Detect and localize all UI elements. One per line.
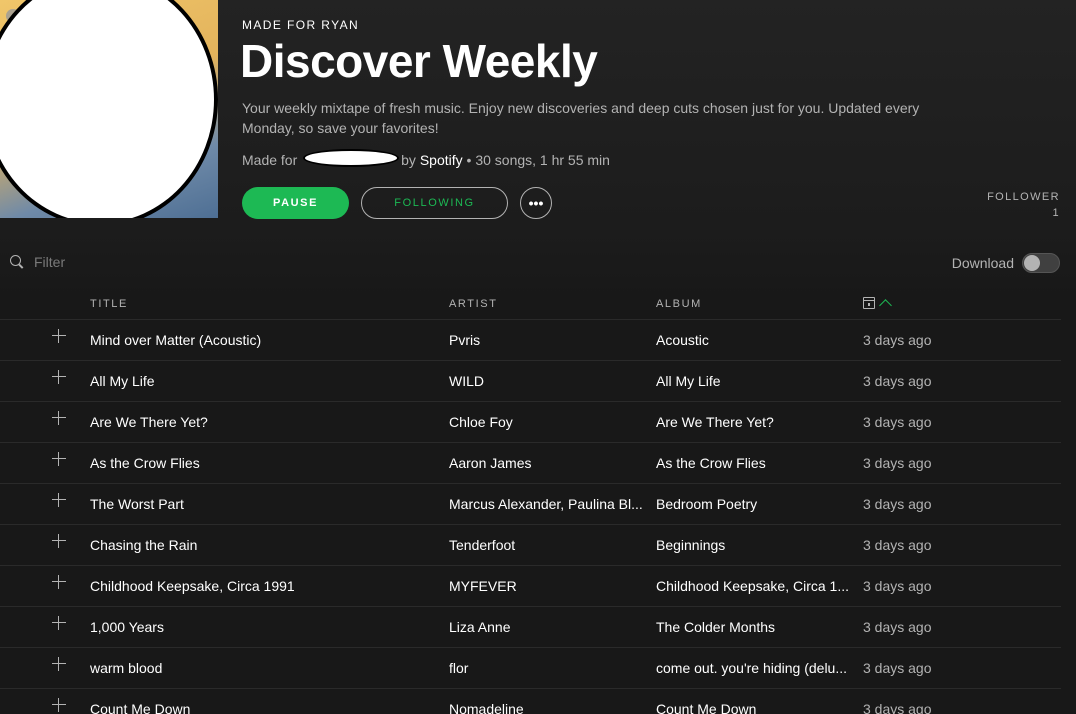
toggle-knob [1024, 255, 1040, 271]
add-to-library-icon[interactable] [51, 492, 67, 508]
track-artist[interactable]: Aaron James [449, 455, 644, 471]
track-artist[interactable]: Tenderfoot [449, 537, 644, 553]
table-row[interactable]: As the Crow Flies Aaron James As the Crow … [0, 443, 1061, 484]
add-to-library-icon[interactable] [51, 615, 67, 631]
track-album[interactable]: Count Me Down [656, 701, 851, 714]
more-icon: ••• [528, 195, 544, 211]
track-date-added: 3 days ago [863, 414, 932, 430]
redacted-username [303, 149, 400, 167]
table-row[interactable]: warm blood flor come out. you're hiding (d… [0, 648, 1061, 689]
download-label: Download [951, 255, 1014, 271]
add-to-library-icon[interactable] [51, 451, 67, 467]
add-to-library-icon[interactable] [51, 328, 67, 344]
add-to-library-icon[interactable] [51, 369, 67, 385]
add-to-library-icon[interactable] [51, 656, 67, 672]
track-title: All My Life [90, 373, 155, 389]
track-title: Are We There Yet? [90, 414, 208, 430]
following-button[interactable]: FOLLOWING [361, 187, 508, 219]
playlist-stats: • 30 songs, 1 hr 55 min [466, 152, 610, 168]
add-to-library-icon[interactable] [51, 697, 67, 713]
track-album[interactable]: All My Life [656, 373, 851, 389]
track-date-added: 3 days ago [863, 660, 932, 676]
owner-link[interactable]: Spotify [420, 152, 463, 168]
playlist-description: Your weekly mixtape of fresh music. Enjo… [242, 100, 920, 136]
track-artist[interactable]: flor [449, 660, 644, 676]
track-title: 1,000 Years [90, 619, 164, 635]
made-for-label: MADE FOR RYAN [242, 18, 360, 32]
byline-prefix: Made for [242, 152, 298, 168]
track-artist[interactable]: Chloe Foy [449, 414, 644, 430]
table-row[interactable]: 1,000 Years Liza Anne The Colder Months 3 d… [0, 607, 1061, 648]
track-album[interactable]: Beginnings [656, 537, 851, 553]
playlist-byline: Made for by Spotify • 30 songs, 1 hr 55 … [242, 149, 610, 168]
track-album[interactable]: The Colder Months [656, 619, 851, 635]
track-album[interactable]: Acoustic [656, 332, 851, 348]
download-toggle[interactable] [1022, 253, 1060, 273]
track-date-added: 3 days ago [863, 537, 932, 553]
playlist-page: MADE FOR RYAN Discover Weekly Your weekl… [0, 0, 1076, 714]
pause-button[interactable]: PAUSE [242, 187, 349, 219]
byline-by: by [401, 152, 416, 168]
filter-input[interactable] [34, 254, 234, 270]
sort-ascending-icon [879, 299, 892, 312]
filter-bar [10, 254, 234, 270]
track-artist[interactable]: Nomadeline [449, 701, 644, 714]
add-to-library-icon[interactable] [51, 533, 67, 549]
table-row[interactable]: The Worst Part Marcus Alexander, Paulina … [0, 484, 1061, 525]
column-header-date-added[interactable] [863, 296, 892, 312]
table-row[interactable]: Childhood Keepsake, Circa 1991 MYFEVER Chi… [0, 566, 1061, 607]
column-header-album[interactable]: ALBUM [656, 298, 702, 310]
track-date-added: 3 days ago [863, 496, 932, 512]
track-title: Chasing the Rain [90, 537, 198, 553]
track-album[interactable]: Bedroom Poetry [656, 496, 851, 512]
track-album[interactable]: come out. you're hiding (delu... [656, 660, 851, 676]
cover-redaction-mark [0, 0, 218, 218]
playlist-cover-image[interactable] [0, 0, 218, 218]
track-artist[interactable]: Liza Anne [449, 619, 644, 635]
track-title: Childhood Keepsake, Circa 1991 [90, 578, 295, 594]
track-album[interactable]: Childhood Keepsake, Circa 1... [656, 578, 851, 594]
followers-label: FOLLOWER [987, 191, 1060, 203]
track-date-added: 3 days ago [863, 373, 932, 389]
playlist-title: Discover Weekly [240, 35, 598, 87]
track-artist[interactable]: WILD [449, 373, 644, 389]
table-row[interactable]: Count Me Down Nomadeline Count Me Down 3 da… [0, 689, 1061, 714]
track-artist[interactable]: MYFEVER [449, 578, 644, 594]
track-date-added: 3 days ago [863, 701, 932, 714]
track-title: Mind over Matter (Acoustic) [90, 332, 262, 348]
table-header: TITLE ARTIST ALBUM [0, 290, 1061, 320]
add-to-library-icon[interactable] [51, 410, 67, 426]
column-header-artist[interactable]: ARTIST [449, 298, 498, 310]
track-date-added: 3 days ago [863, 578, 932, 594]
track-title: The Worst Part [90, 496, 184, 512]
add-to-library-icon[interactable] [51, 574, 67, 590]
track-date-added: 3 days ago [863, 619, 932, 635]
download-control: Download [952, 253, 1060, 273]
table-row[interactable]: Chasing the Rain Tenderfoot Beginnings 3 da… [0, 525, 1061, 566]
track-title: warm blood [90, 660, 163, 676]
track-artist[interactable]: Pvris [449, 332, 644, 348]
track-date-added: 3 days ago [863, 455, 932, 471]
followers-count: 1 [1052, 207, 1060, 219]
table-row[interactable]: Are We There Yet? Chloe Foy Are We There Y… [0, 402, 1061, 443]
track-title: Count Me Down [90, 701, 191, 714]
table-body: Mind over Matter (Acoustic) Pvris Acoustic… [0, 320, 1061, 714]
followers-info: FOLLOWER 1 [987, 189, 1060, 221]
table-row[interactable]: Mind over Matter (Acoustic) Pvris Acoustic… [0, 320, 1061, 361]
table-row[interactable]: All My Life WILD All My Life 3 days ago [0, 361, 1061, 402]
more-options-button[interactable]: ••• [520, 187, 552, 219]
track-table: TITLE ARTIST ALBUM Mind over Matter (Aco… [0, 290, 1061, 714]
track-artist[interactable]: Marcus Alexander, Paulina Bl... [449, 496, 644, 512]
track-date-added: 3 days ago [863, 332, 932, 348]
track-album[interactable]: As the Crow Flies [656, 455, 851, 471]
search-icon [10, 255, 24, 269]
track-title: As the Crow Flies [90, 455, 200, 471]
calendar-icon [863, 297, 875, 309]
column-header-title[interactable]: TITLE [90, 298, 128, 310]
track-album[interactable]: Are We There Yet? [656, 414, 851, 430]
